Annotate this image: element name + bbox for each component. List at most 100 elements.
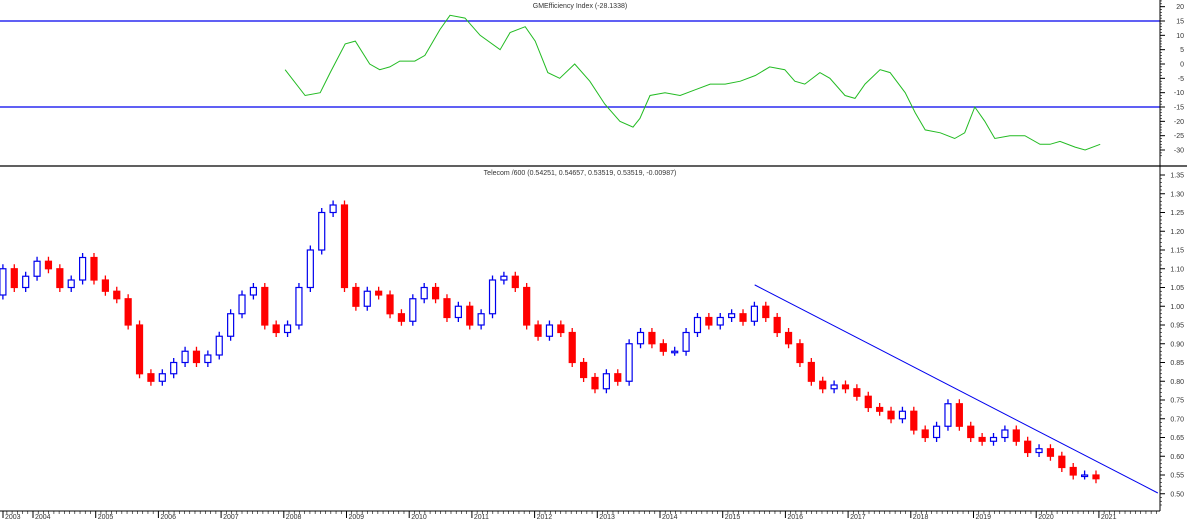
- candle-down: [955, 403, 963, 427]
- candle-down: [841, 384, 850, 390]
- y-tick-label: 0.80: [1170, 379, 1184, 386]
- x-tick-label: 2004: [35, 514, 51, 520]
- x-tick-label: 2008: [286, 514, 302, 520]
- price-panel: [0, 200, 1159, 494]
- x-tick-label: 2007: [223, 514, 239, 520]
- candle-down: [876, 406, 884, 412]
- candle-up: [545, 324, 554, 337]
- candle-down: [910, 410, 918, 431]
- y-tick-label: 5: [1180, 47, 1184, 54]
- candle-up: [989, 436, 998, 442]
- y-tick-label: -25: [1174, 133, 1184, 140]
- price-title: Telecom /600 (0.54251, 0.54657, 0.53519,…: [484, 170, 677, 177]
- candle-down: [784, 331, 793, 345]
- candle-up: [181, 350, 189, 364]
- x-tick-label: 2015: [725, 514, 741, 520]
- candle-up: [671, 350, 679, 354]
- x-tick-label: 2012: [537, 514, 553, 520]
- y-tick-label: 20: [1176, 4, 1184, 11]
- candle-down: [591, 376, 599, 390]
- candle-up: [1035, 448, 1043, 454]
- candle-down: [340, 204, 349, 289]
- candle-down: [272, 324, 280, 334]
- candle-down: [659, 343, 667, 352]
- candle-up: [295, 286, 303, 326]
- candle-down: [466, 305, 474, 326]
- candle-down: [101, 279, 109, 292]
- candle-down: [431, 286, 440, 300]
- candle-down: [44, 260, 53, 270]
- candle-up: [1081, 474, 1089, 478]
- candle-down: [1012, 429, 1020, 442]
- y-tick-label: -10: [1174, 90, 1184, 97]
- y-tick-label: 1.10: [1170, 266, 1184, 273]
- candle-up: [625, 343, 633, 382]
- candle-down: [1046, 448, 1055, 457]
- candle-up: [0, 268, 7, 296]
- candle-up: [329, 204, 337, 214]
- candle-up: [318, 211, 326, 251]
- candle-up: [22, 275, 30, 289]
- y-tick-label: -30: [1174, 148, 1184, 155]
- y-tick-label: 0.75: [1170, 398, 1184, 405]
- candle-down: [1069, 466, 1077, 476]
- candle-down: [887, 410, 895, 420]
- y-tick-label: 0.65: [1170, 435, 1184, 442]
- candle-down: [739, 313, 747, 322]
- x-tick-label: 2010: [411, 514, 427, 520]
- y-tick-label: 0.70: [1170, 416, 1184, 423]
- candle-down: [192, 350, 201, 364]
- candle-down: [124, 298, 132, 326]
- axes: 20151050-5-10-15-20-25-301.351.301.251.2…: [0, 0, 1187, 520]
- candle-up: [215, 335, 223, 356]
- trendline: [754, 284, 1159, 494]
- candle-down: [511, 275, 519, 289]
- y-tick-label: 1.35: [1170, 173, 1184, 180]
- y-tick-label: -20: [1174, 119, 1184, 126]
- candle-up: [33, 260, 41, 277]
- y-tick-label: 0.55: [1170, 473, 1184, 480]
- y-tick-label: 0.50: [1170, 491, 1184, 498]
- candle-up: [602, 373, 610, 390]
- y-tick-label: 0.85: [1170, 360, 1184, 367]
- candle-up: [693, 316, 702, 334]
- candle-up: [67, 279, 75, 289]
- x-tick-label: 2018: [913, 514, 929, 520]
- candle-down: [10, 268, 18, 289]
- candle-up: [79, 256, 87, 281]
- candle-down: [534, 324, 542, 337]
- candle-up: [454, 305, 462, 319]
- candle-down: [90, 256, 98, 281]
- candle-up: [636, 331, 645, 345]
- x-tick-label: 2005: [98, 514, 114, 520]
- candle-down: [557, 324, 565, 334]
- y-tick-label: 1.15: [1170, 248, 1184, 255]
- candle-down: [921, 429, 929, 439]
- candle-up: [932, 425, 941, 439]
- candle-up: [1001, 429, 1009, 439]
- x-tick-label: 2014: [662, 514, 678, 520]
- candle-down: [864, 395, 872, 409]
- y-tick-label: 1.05: [1170, 285, 1184, 292]
- candle-down: [568, 331, 576, 364]
- y-tick-label: 10: [1176, 33, 1184, 40]
- y-tick-label: 0.90: [1170, 341, 1184, 348]
- y-tick-label: 1.00: [1170, 304, 1184, 311]
- candle-down: [807, 361, 815, 382]
- candle-up: [158, 373, 166, 382]
- candle-up: [283, 324, 292, 334]
- candle-down: [648, 331, 656, 345]
- chart-window: 20151050-5-10-15-20-25-301.351.301.251.2…: [0, 0, 1187, 520]
- candle-up: [728, 313, 736, 319]
- candle-down: [443, 298, 451, 319]
- candle-down: [523, 286, 531, 326]
- candle-up: [420, 286, 428, 300]
- candle-up: [306, 249, 314, 289]
- x-tick-label: 2016: [787, 514, 803, 520]
- candle-down: [113, 290, 121, 300]
- candle-up: [682, 331, 690, 352]
- y-tick-label: 15: [1176, 19, 1184, 26]
- x-tick-label: 2006: [160, 514, 176, 520]
- candle-down: [352, 286, 360, 307]
- candle-down: [397, 313, 406, 322]
